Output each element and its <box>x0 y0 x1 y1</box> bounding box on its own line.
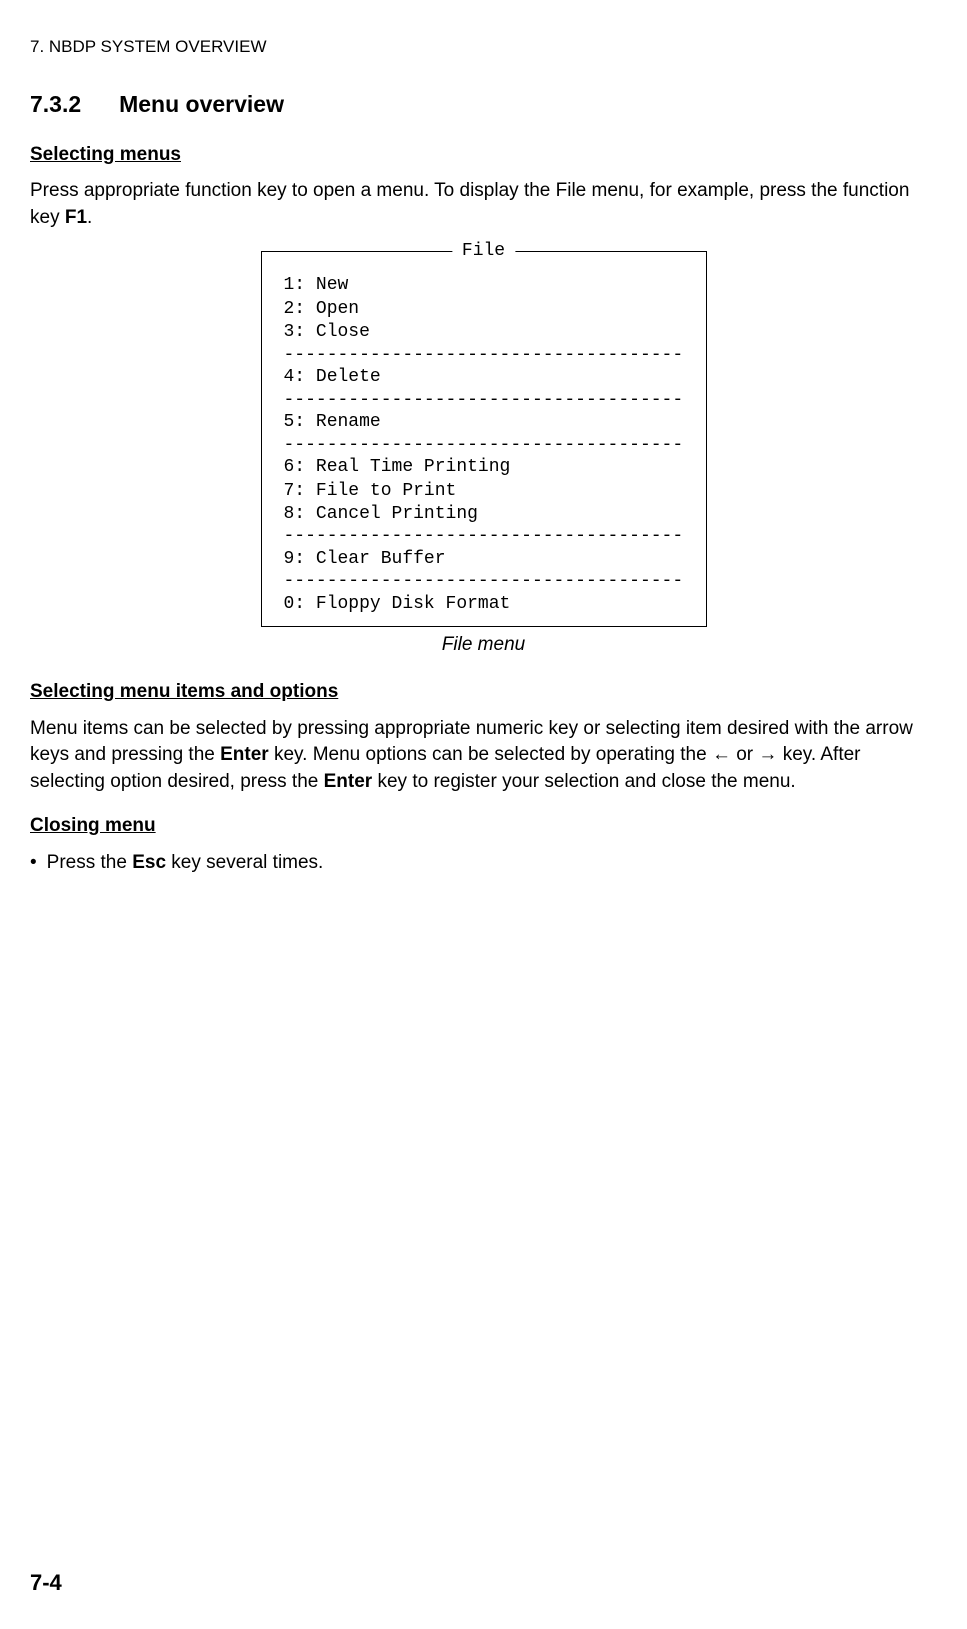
menu-item-delete: 4: Delete <box>284 366 684 389</box>
page-header: 7. NBDP SYSTEM OVERVIEW <box>30 35 937 59</box>
menu-item-rename: 5: Rename <box>284 411 684 434</box>
menu-divider: ----------------------------------------… <box>284 526 684 548</box>
section-heading: 7.3.2 Menu overview <box>30 84 937 124</box>
text-fragment: Press the <box>47 852 133 873</box>
menu-divider: ----------------------------------------… <box>284 435 684 457</box>
key-esc: Esc <box>132 852 166 873</box>
menu-divider: ----------------------------------------… <box>284 571 684 593</box>
menu-item-close: 3: Close <box>284 321 684 344</box>
subhead-selecting-items: Selecting menu items and options <box>30 679 937 706</box>
menu-item-clear-buffer: 9: Clear Buffer <box>284 548 684 571</box>
section-number: 7.3.2 <box>30 91 81 117</box>
menu-item-floppy: 0: Floppy Disk Format <box>284 593 684 616</box>
subhead-selecting-menus: Selecting menus <box>30 142 937 169</box>
text-fragment: key several times. <box>166 852 323 873</box>
key-enter: Enter <box>220 744 269 765</box>
menu-item-open: 2: Open <box>284 298 684 321</box>
menu-box-container: File 1: New 2: Open 3: Close -----------… <box>30 251 937 627</box>
body-text-1: Press appropriate function key to open a… <box>30 178 937 231</box>
section-title: Menu overview <box>119 91 284 117</box>
figure-caption: File menu <box>30 632 937 659</box>
menu-box-title: File <box>452 239 515 264</box>
text-fragment: key to register your selection and close… <box>372 771 796 792</box>
key-f1: F1 <box>65 207 87 228</box>
page-number: 7-4 <box>30 1568 62 1599</box>
body-text-2: Menu items can be selected by pressing a… <box>30 716 937 796</box>
bullet-row: • Press the Esc key several times. <box>30 850 937 877</box>
file-menu-box: File 1: New 2: Open 3: Close -----------… <box>261 251 707 627</box>
bullet-icon: • <box>30 850 37 877</box>
key-enter: Enter <box>324 771 373 792</box>
menu-divider: ----------------------------------------… <box>284 390 684 412</box>
menu-item-ftp: 7: File to Print <box>284 480 684 503</box>
text-fragment: . <box>87 207 92 228</box>
menu-divider: ----------------------------------------… <box>284 345 684 367</box>
subhead-closing-menu: Closing menu <box>30 813 937 840</box>
menu-item-new: 1: New <box>284 274 684 297</box>
menu-item-cancel-print: 8: Cancel Printing <box>284 503 684 526</box>
menu-item-rtp: 6: Real Time Printing <box>284 456 684 479</box>
text-fragment: Press appropriate function key to open a… <box>30 180 909 228</box>
bullet-text: Press the Esc key several times. <box>47 850 324 877</box>
